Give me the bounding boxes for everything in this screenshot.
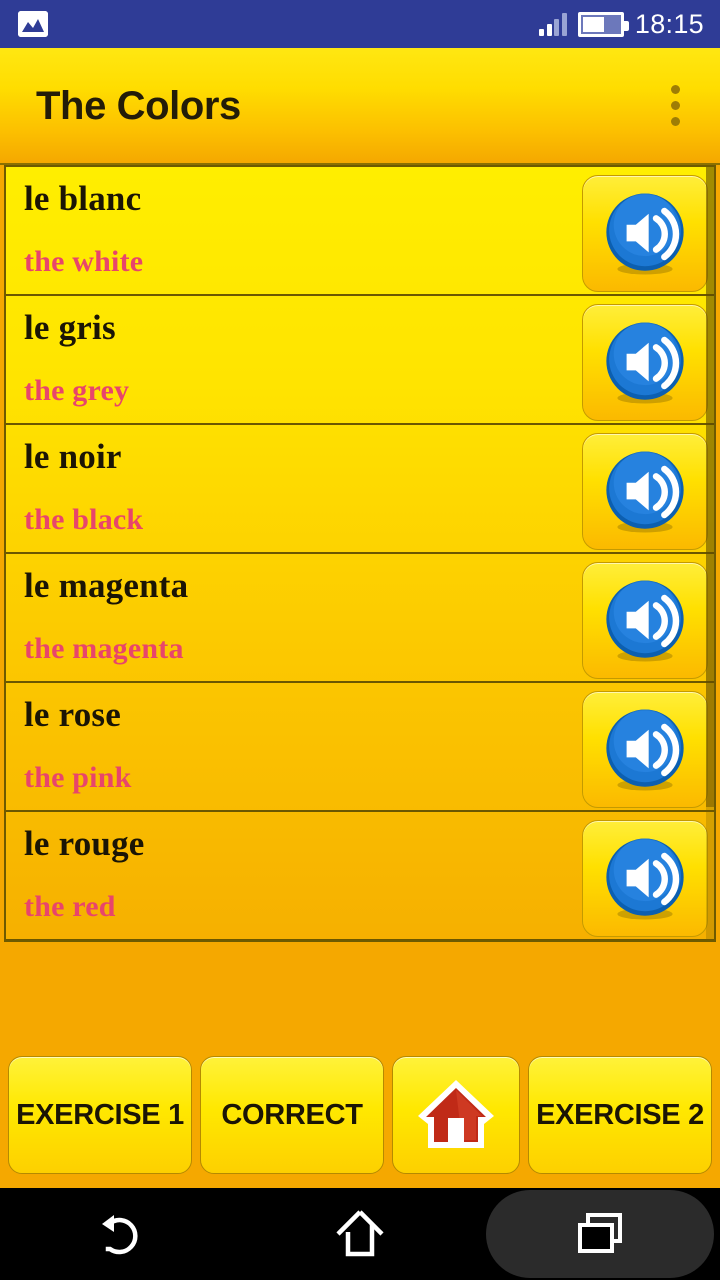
speak-button[interactable] <box>582 691 708 808</box>
bottom-button-bar: EXERCISE 1 CORRECT EXERCISE 2 <box>0 1050 720 1180</box>
speaker-volume-icon <box>606 193 684 274</box>
signal-bars-icon <box>539 12 567 36</box>
more-vertical-icon[interactable] <box>657 73 694 138</box>
android-navigation-bar <box>0 1188 720 1280</box>
speaker-volume-icon <box>606 838 684 919</box>
speak-button[interactable] <box>582 304 708 421</box>
speaker-volume-icon <box>606 709 684 790</box>
list-item[interactable]: le magenta the magenta <box>6 554 714 683</box>
correct-button[interactable]: CORRECT <box>200 1056 384 1174</box>
status-bar-right: 18:15 <box>539 9 704 40</box>
speaker-volume-icon <box>606 451 684 532</box>
home-house-icon <box>418 1080 494 1148</box>
status-bar-left <box>18 11 48 37</box>
speak-button[interactable] <box>582 433 708 550</box>
home-outline-icon <box>336 1210 384 1257</box>
back-arrow-icon <box>102 1215 138 1255</box>
page-title: The Colors <box>36 83 241 128</box>
list-item[interactable]: le rouge the red <box>6 812 714 940</box>
status-bar-clock: 18:15 <box>634 8 704 39</box>
exercise-1-button[interactable]: EXERCISE 1 <box>8 1056 192 1174</box>
speaker-volume-icon <box>606 580 684 661</box>
speak-button[interactable] <box>582 820 708 937</box>
phone-screen: 18:15 The Colors le blanc the white le g… <box>0 0 720 1280</box>
list-scrollbar-track[interactable] <box>706 167 714 940</box>
list-item[interactable]: le rose the pink <box>6 683 714 812</box>
color-list: le blanc the white le gris the grey le n… <box>4 165 716 942</box>
battery-icon <box>577 11 629 37</box>
exercise-2-button[interactable]: EXERCISE 2 <box>528 1056 712 1174</box>
speak-button[interactable] <box>582 562 708 679</box>
status-bar: 18:15 <box>0 0 720 48</box>
nav-home-button[interactable] <box>240 1188 480 1280</box>
list-scrollbar-thumb[interactable] <box>706 167 714 807</box>
nav-recents-button[interactable] <box>480 1188 720 1280</box>
list-item[interactable]: le noir the black <box>6 425 714 554</box>
app-bar: The Colors <box>0 48 720 165</box>
speak-button[interactable] <box>582 175 708 292</box>
speaker-volume-icon <box>606 322 684 403</box>
app-home-button[interactable] <box>392 1056 520 1174</box>
list-item[interactable]: le blanc the white <box>6 167 714 296</box>
gallery-image-icon <box>18 11 48 37</box>
recents-squares-icon <box>578 1213 622 1253</box>
nav-back-button[interactable] <box>0 1188 240 1280</box>
list-item[interactable]: le gris the grey <box>6 296 714 425</box>
